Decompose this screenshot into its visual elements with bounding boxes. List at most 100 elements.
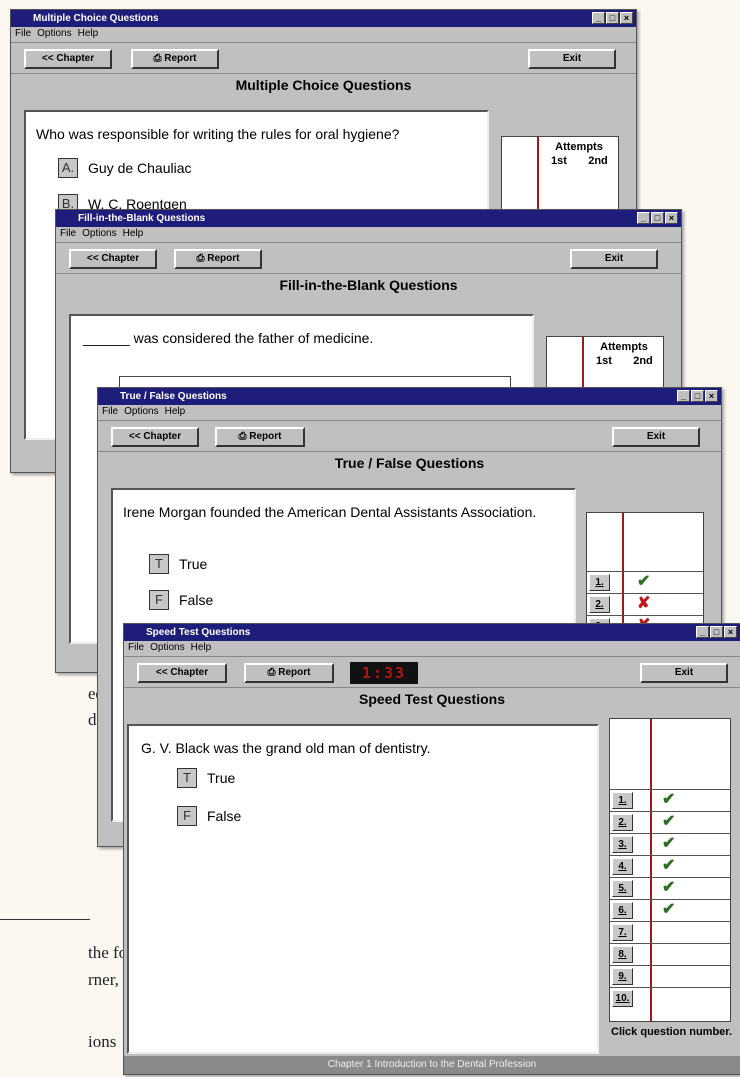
toolbar: << Chapter ⎙ Report Exit [56,242,681,274]
option-text: False [179,592,214,608]
menu-file[interactable]: File [102,406,118,417]
exit-button[interactable]: Exit [640,663,728,683]
menu-options[interactable]: Options [82,228,116,239]
question-number-button[interactable]: 7. [612,924,633,941]
question-number-button[interactable]: 8. [612,946,633,963]
chapter-button[interactable]: << Chapter [137,663,227,683]
menu-bar: File Options Help [124,641,740,655]
question-text: Who was responsible for writing the rule… [36,126,400,142]
chapter-button[interactable]: << Chapter [69,249,157,269]
check-icon: ✔ [662,901,676,918]
menu-help[interactable]: Help [191,642,212,653]
attempt-row: 8. [610,943,730,965]
check-icon: ✔ [662,813,676,830]
page-rule [0,919,90,920]
countdown-timer: 1:33 [350,662,418,684]
attempt-row: 9. [610,965,730,987]
speed-test-window: Speed Test Questions _ □ × File Options Help… [123,623,740,1075]
report-label: Report [207,253,240,264]
click-hint: Click question number. [611,1026,733,1038]
option-letter[interactable]: A. [58,158,78,178]
report-label: Report [164,53,197,64]
report-button[interactable]: ⎙ Report [174,249,262,269]
report-label: Report [278,667,311,678]
attempt-row: 1. ✔ [610,789,730,811]
window-heading: True / False Questions [334,455,485,471]
report-label: Report [249,431,282,442]
question-number-button[interactable]: 2. [612,814,633,831]
printer-icon: ⎙ [196,253,208,264]
title-bar: True / False Questions _ □ × [98,388,721,405]
option-letter[interactable]: F [149,590,169,610]
question-text: Irene Morgan founded the American Dental… [123,504,537,520]
option-a[interactable]: A. Guy de Chauliac [58,158,192,178]
menu-file[interactable]: File [60,228,76,239]
window-title: Multiple Choice Questions [33,13,159,24]
toolbar: << Chapter ⎙ Report Exit [98,420,721,452]
chapter-button[interactable]: << Chapter [111,427,199,447]
close-icon[interactable]: × [724,626,737,638]
question-number-button[interactable]: 6. [612,902,633,919]
question-number-button[interactable]: 1. [589,574,610,591]
close-icon[interactable]: × [705,390,718,402]
window-title: True / False Questions [120,391,227,402]
maximize-icon[interactable]: □ [691,390,704,402]
option-false[interactable]: F False [177,806,241,826]
option-letter[interactable]: F [177,806,197,826]
menu-options[interactable]: Options [124,406,158,417]
attempt-row: 7. [610,921,730,943]
status-bar: Chapter 1 Introduction to the Dental Pro… [124,1056,740,1074]
question-number-button[interactable]: 3. [612,836,633,853]
exit-button[interactable]: Exit [612,427,700,447]
report-button[interactable]: ⎙ Report [244,663,334,683]
cross-icon: ✘ [637,595,651,612]
question-number-button[interactable]: 2. [589,596,610,613]
question-number-button[interactable]: 9. [612,968,633,985]
option-letter[interactable]: T [177,768,197,788]
report-button[interactable]: ⎙ Report [131,49,219,69]
menu-file[interactable]: File [15,28,31,39]
title-bar: Multiple Choice Questions _ □ × [11,10,636,27]
menu-help[interactable]: Help [78,28,99,39]
question-number-button[interactable]: 10. [612,990,633,1007]
toolbar: << Chapter ⎙ Report 1:33 Exit [124,656,740,688]
minimize-icon[interactable]: _ [637,212,650,224]
question-number-button[interactable]: 4. [612,858,633,875]
attempts-first: 1st [551,155,567,167]
close-icon[interactable]: × [665,212,678,224]
close-icon[interactable]: × [620,12,633,24]
attempt-row: 1. ✔ [587,571,703,593]
maximize-icon[interactable]: □ [606,12,619,24]
maximize-icon[interactable]: □ [710,626,723,638]
minimize-icon[interactable]: _ [696,626,709,638]
page-text-line-5: d [88,710,97,729]
option-true[interactable]: T True [177,768,235,788]
window-heading: Speed Test Questions [359,691,505,707]
option-letter[interactable]: T [149,554,169,574]
toolbar: << Chapter ⎙ Report Exit [11,42,636,74]
chapter-button[interactable]: << Chapter [24,49,112,69]
exit-button[interactable]: Exit [570,249,658,269]
menu-file[interactable]: File [128,642,144,653]
menu-options[interactable]: Options [37,28,71,39]
exit-button[interactable]: Exit [528,49,616,69]
window-heading: Multiple Choice Questions [235,77,412,93]
question-number-button[interactable]: 1. [612,792,633,809]
page-footer-line-3: ions [88,1032,117,1051]
option-false[interactable]: F False [149,590,213,610]
question-text: G. V. Black was the grand old man of den… [141,740,431,756]
menu-bar: File Options Help [11,27,636,41]
check-icon: ✔ [662,879,676,896]
report-button[interactable]: ⎙ Report [215,427,305,447]
menu-help[interactable]: Help [165,406,186,417]
attempts-second: 2nd [588,155,608,167]
attempts-title: Attempts [600,341,648,353]
option-true[interactable]: T True [149,554,207,574]
question-number-button[interactable]: 5. [612,880,633,897]
maximize-icon[interactable]: □ [651,212,664,224]
menu-help[interactable]: Help [123,228,144,239]
minimize-icon[interactable]: _ [677,390,690,402]
minimize-icon[interactable]: _ [592,12,605,24]
attempts-second: 2nd [633,355,653,367]
menu-options[interactable]: Options [150,642,184,653]
